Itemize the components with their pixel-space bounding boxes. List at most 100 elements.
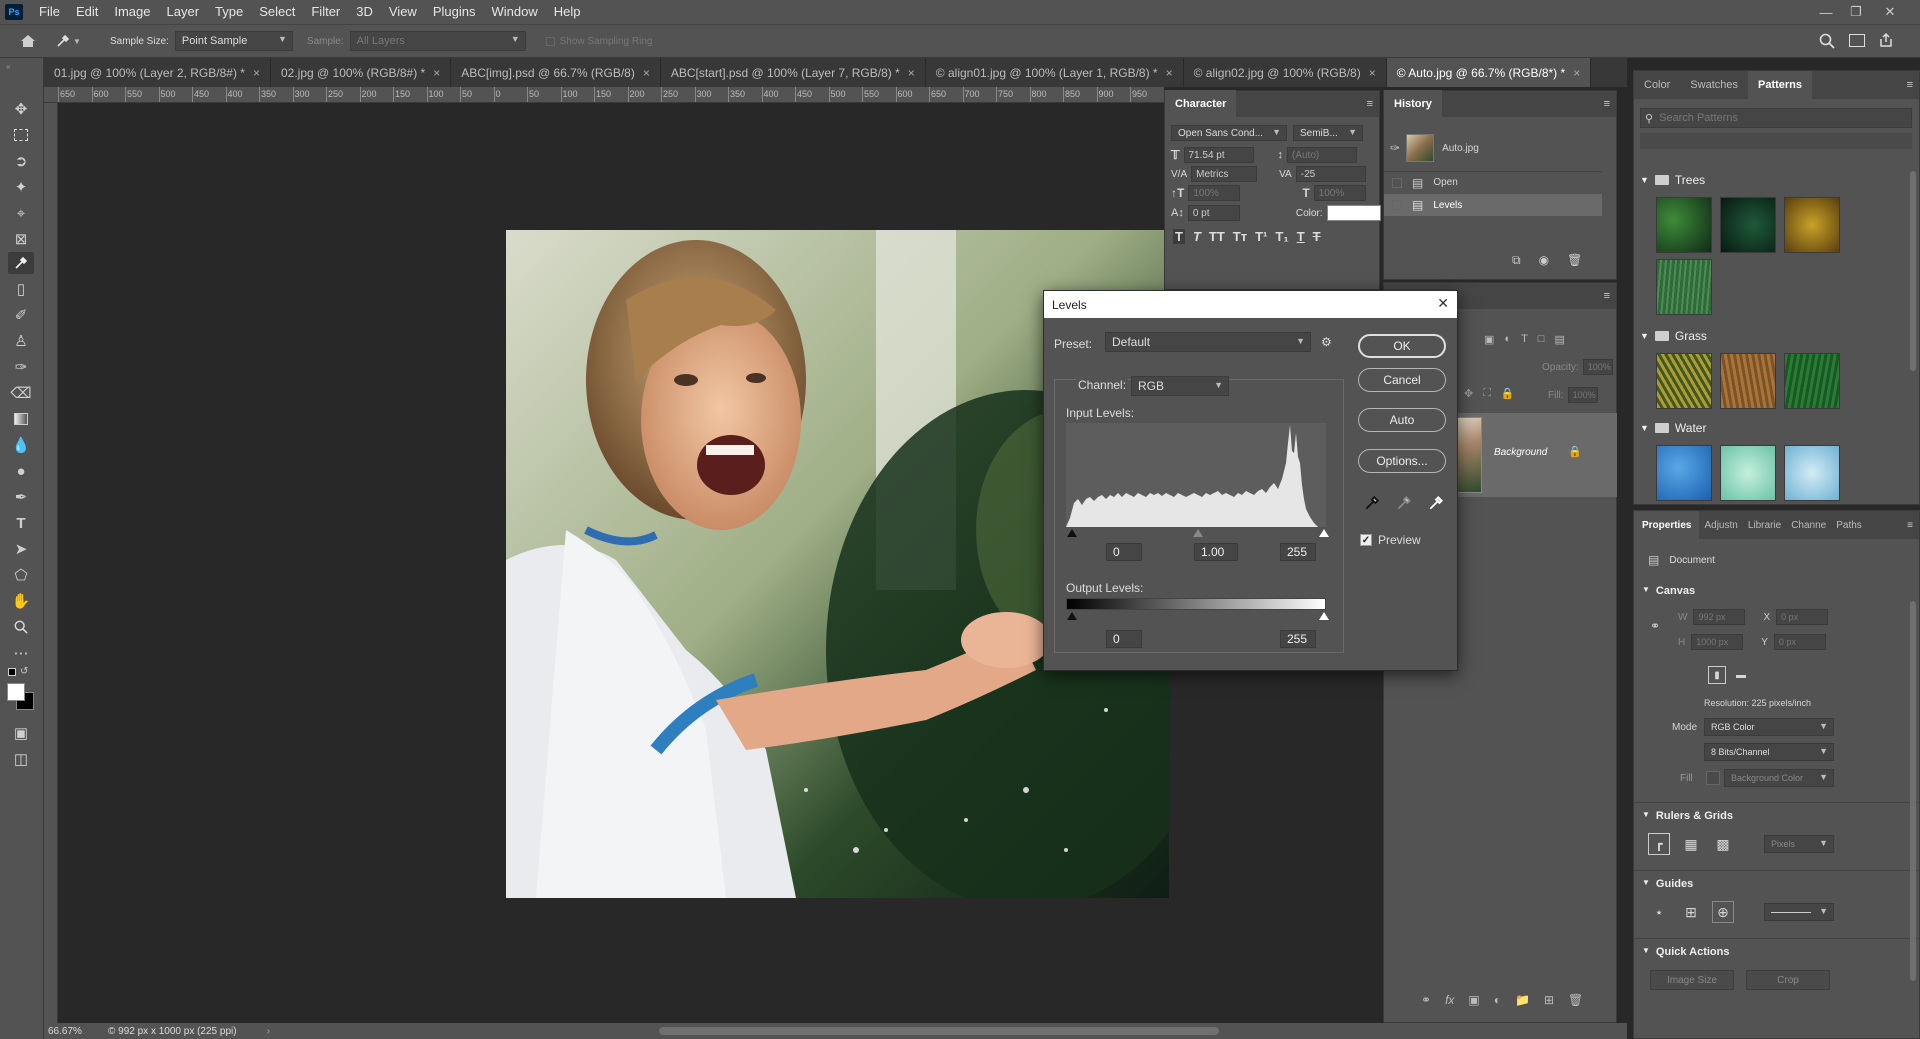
pattern-search[interactable]: ⚲ Search Patterns xyxy=(1640,108,1912,128)
tab-02-jpg[interactable]: 02.jpg @ 100% (RGB/8#) * × xyxy=(271,58,452,87)
underline-icon[interactable]: T xyxy=(1297,229,1305,244)
menu-edit[interactable]: Edit xyxy=(68,0,106,24)
adjustment-layer-icon[interactable]: ◐ xyxy=(1494,993,1501,1007)
input-black-field[interactable]: 0 xyxy=(1106,543,1142,561)
path-select-tool-icon[interactable]: ➤ xyxy=(8,538,34,560)
minimize-icon[interactable]: — xyxy=(1812,0,1840,24)
dodge-tool-icon[interactable]: ● xyxy=(8,460,34,482)
vertical-scrollbar[interactable] xyxy=(1910,601,1916,981)
shape-tool-icon[interactable]: ⬠ xyxy=(8,564,34,586)
font-family-select[interactable]: Open Sans Cond... ▼ xyxy=(1171,125,1287,141)
mode-select[interactable]: RGB Color ▼ xyxy=(1704,718,1834,736)
height-input[interactable]: 1000 px xyxy=(1691,634,1744,650)
tab-swatches[interactable]: Swatches xyxy=(1680,71,1748,99)
image-filter-icon[interactable]: ▣ xyxy=(1484,333,1494,346)
lasso-tool-icon[interactable]: ➲ xyxy=(8,150,34,172)
ruler-toggle-icon[interactable]: ┏ xyxy=(1648,833,1670,855)
search-icon[interactable] xyxy=(1819,33,1835,52)
panel-menu-icon[interactable]: ≡ xyxy=(1367,98,1373,110)
link-icon[interactable]: ⚭ xyxy=(1650,619,1660,633)
output-black-slider[interactable] xyxy=(1067,612,1077,620)
group-trees[interactable]: ▼ Trees xyxy=(1640,173,1705,187)
close-icon[interactable]: × xyxy=(908,66,915,80)
rulers-grids-section[interactable]: ▼ Rulers & Grids xyxy=(1642,810,1733,822)
menu-help[interactable]: Help xyxy=(546,0,589,24)
faux-italic-icon[interactable]: T xyxy=(1193,229,1201,244)
preset-options-icon[interactable]: ⚙ xyxy=(1321,335,1332,349)
close-icon[interactable]: ✕ xyxy=(1437,295,1449,312)
pattern-swatch[interactable] xyxy=(1656,259,1712,315)
lock-icon[interactable]: 🔒 xyxy=(1568,445,1582,458)
tab-abc-start[interactable]: ABC[start].psd @ 100% (Layer 7, RGB/8) *… xyxy=(661,58,926,87)
small-caps-icon[interactable]: Tт xyxy=(1233,229,1247,244)
menu-file[interactable]: File xyxy=(31,0,68,24)
tab-history[interactable]: History xyxy=(1384,90,1442,118)
auto-button[interactable]: Auto xyxy=(1358,408,1446,432)
history-snapshot[interactable]: ✑ Auto.jpg xyxy=(1384,133,1602,163)
tab-libraries[interactable]: Librarie xyxy=(1743,511,1786,539)
opacity-input[interactable]: 100% xyxy=(1582,359,1613,375)
default-colors-icon[interactable] xyxy=(8,668,16,676)
tab-paths[interactable]: Paths xyxy=(1831,511,1867,539)
trash-icon[interactable]: 🗑 xyxy=(1567,253,1582,268)
layer-name[interactable]: Background xyxy=(1494,447,1547,458)
canvas-section[interactable]: ▼ Canvas xyxy=(1642,585,1695,597)
input-black-slider[interactable] xyxy=(1067,529,1077,537)
history-state-checkbox[interactable] xyxy=(1392,177,1402,188)
lock-artboard-icon[interactable]: ⛶ xyxy=(1483,387,1491,400)
menu-image[interactable]: Image xyxy=(106,0,158,24)
close-icon[interactable]: × xyxy=(643,66,650,80)
show-ring-checkbox[interactable] xyxy=(545,36,555,46)
panel-menu-icon[interactable]: ≡ xyxy=(1604,98,1610,110)
history-brush-tool-icon[interactable]: ✑ xyxy=(8,356,34,378)
guide-layout-icon[interactable]: ⊕ xyxy=(1712,901,1734,923)
pattern-swatch[interactable] xyxy=(1656,197,1712,253)
home-icon[interactable] xyxy=(0,34,56,48)
horizontal-scrollbar[interactable] xyxy=(659,1027,1219,1035)
portrait-icon[interactable]: ▮ xyxy=(1708,666,1726,684)
font-style-select[interactable]: SemiB... ▼ xyxy=(1293,125,1363,141)
channel-select[interactable]: RGB ▼ xyxy=(1131,376,1229,396)
x-input[interactable]: 0 px xyxy=(1776,609,1829,625)
camera-icon[interactable]: ◉ xyxy=(1539,253,1549,268)
new-layer-icon[interactable]: ⊞ xyxy=(1544,993,1554,1007)
pattern-swatch[interactable] xyxy=(1720,445,1776,501)
adjustment-filter-icon[interactable]: ◐ xyxy=(1504,333,1511,346)
menu-select[interactable]: Select xyxy=(251,0,303,24)
y-input[interactable]: 0 px xyxy=(1773,634,1826,650)
black-point-eyedropper-icon[interactable] xyxy=(1364,495,1380,511)
vertical-ruler[interactable] xyxy=(44,103,58,1023)
horizontal-scale-input[interactable]: 100% xyxy=(1313,185,1366,201)
quick-mask-icon[interactable]: ▣ xyxy=(8,722,34,744)
panel-menu-icon[interactable]: ≡ xyxy=(1907,520,1913,531)
quick-actions-section[interactable]: ▼ Quick Actions xyxy=(1642,946,1729,958)
fill-select[interactable]: Background Color ▼ xyxy=(1724,769,1834,787)
output-black-field[interactable]: 0 xyxy=(1106,630,1142,648)
all-caps-icon[interactable]: TT xyxy=(1209,229,1225,244)
eraser-tool-icon[interactable]: ⌫ xyxy=(8,382,34,404)
fill-input[interactable]: 100% xyxy=(1567,387,1598,403)
menu-3d[interactable]: 3D xyxy=(348,0,381,24)
text-color-swatch[interactable] xyxy=(1326,205,1381,221)
more-tools-icon[interactable]: ⋯ xyxy=(8,642,34,664)
close-icon[interactable]: × xyxy=(1369,66,1376,80)
subscript-icon[interactable]: T₁ xyxy=(1275,229,1288,244)
menu-plugins[interactable]: Plugins xyxy=(425,0,484,24)
move-tool-icon[interactable]: ✥ xyxy=(8,98,34,120)
input-gamma-slider[interactable] xyxy=(1193,529,1203,537)
history-item-open[interactable]: ▤ Open xyxy=(1384,171,1602,193)
tab-color[interactable]: Color xyxy=(1634,71,1680,99)
eyedropper-preset-icon[interactable]: ▼ xyxy=(56,34,100,48)
tab-align01[interactable]: © align01.jpg @ 100% (Layer 1, RGB/8) * × xyxy=(926,58,1184,87)
input-gamma-field[interactable]: 1.00 xyxy=(1194,543,1238,561)
strikethrough-icon[interactable]: T xyxy=(1313,229,1321,244)
pattern-swatch[interactable] xyxy=(1656,353,1712,409)
brush-tool-icon[interactable]: ✐ xyxy=(8,304,34,326)
crop-tool-icon[interactable]: ⌖ xyxy=(8,202,34,224)
crop-button[interactable]: Crop xyxy=(1746,970,1830,990)
horizontal-ruler[interactable]: 650 600 550 500 450 400 350 300 250 200 150 100 50 0 5… xyxy=(44,87,1164,103)
group-grass[interactable]: ▼ Grass xyxy=(1640,329,1707,343)
healing-brush-tool-icon[interactable]: ▯ xyxy=(8,278,34,300)
new-guide-icon[interactable]: ⊞ xyxy=(1680,901,1702,923)
tab-patterns[interactable]: Patterns xyxy=(1748,71,1813,99)
